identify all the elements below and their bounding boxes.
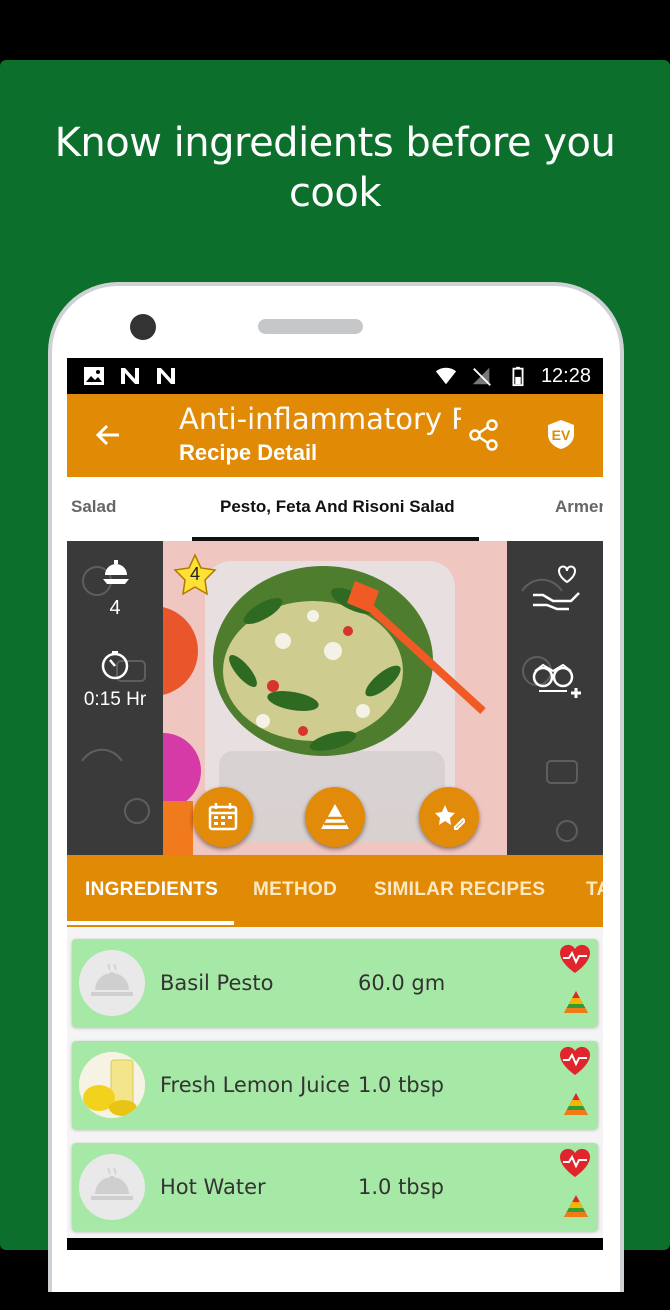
serving-cloche-icon — [103, 560, 129, 584]
tab-similar-recipes[interactable]: SIMILAR RECIPES — [374, 879, 545, 901]
status-bar: 12:28 — [67, 358, 603, 394]
wifi-icon — [435, 367, 457, 385]
section-tabs: INGREDIENTS METHOD SIMILAR RECIPES TA — [67, 855, 603, 927]
n-notification-icon — [121, 368, 139, 384]
ingredients-list: Basil Pesto 60.0 gm Fresh Lemon Juice 1.… — [67, 927, 603, 1250]
calendar-button[interactable] — [193, 787, 253, 847]
n-notification-icon-2 — [157, 368, 175, 384]
lemon-juice-image — [79, 1052, 145, 1118]
ingredient-quantity: 60.0 gm — [358, 971, 446, 995]
tab-more[interactable]: TA — [586, 879, 603, 901]
app-subtitle: Recipe Detail — [179, 440, 318, 465]
screen-bottom-edge — [67, 1238, 603, 1250]
ingredient-card[interactable]: Fresh Lemon Juice 1.0 tbsp — [72, 1041, 598, 1129]
status-time: 12:28 — [540, 365, 591, 387]
app-title: Anti-inflammatory R — [179, 402, 461, 436]
donate-heart-hand-icon[interactable] — [529, 561, 581, 611]
back-arrow-icon[interactable] — [93, 420, 123, 450]
recipe-tabs: Salad Pesto, Feta And Risoni Salad Armen — [67, 477, 603, 541]
ingredient-card[interactable]: Hot Water 1.0 tbsp — [72, 1143, 598, 1231]
phone-speaker — [258, 319, 363, 334]
food-pyramid-icon[interactable] — [563, 1193, 589, 1219]
heart-health-icon[interactable] — [558, 1147, 592, 1179]
calendar-icon — [208, 803, 238, 831]
phone-camera — [130, 314, 156, 340]
recipe-side-actions — [507, 541, 603, 855]
food-pyramid-button[interactable] — [305, 787, 365, 847]
clock-icon — [101, 651, 129, 680]
heart-health-icon[interactable] — [558, 943, 592, 975]
veg-badge-icon[interactable]: EV — [545, 418, 577, 450]
tab-ingredients[interactable]: INGREDIENTS — [85, 879, 218, 901]
ingredient-quantity: 1.0 tbsp — [358, 1175, 444, 1199]
cook-time: 0:15 Hr — [83, 689, 147, 710]
cloche-icon — [79, 1154, 145, 1220]
recipe-tab-salad[interactable]: Salad — [71, 497, 116, 517]
share-icon[interactable] — [467, 418, 501, 452]
recipe-tab-pesto-feta[interactable]: Pesto, Feta And Risoni Salad — [220, 497, 455, 517]
cloche-icon — [79, 950, 145, 1016]
food-pyramid-icon[interactable] — [563, 989, 589, 1015]
ingredient-card[interactable]: Basil Pesto 60.0 gm — [72, 939, 598, 1027]
tab-indicator — [67, 921, 234, 925]
rate-review-button[interactable] — [419, 787, 479, 847]
recipe-tab-armen[interactable]: Armen — [555, 497, 603, 517]
app-screen: 12:28 Anti-inflammatory R Recipe Detail … — [67, 358, 603, 1250]
heart-health-icon[interactable] — [558, 1045, 592, 1077]
rating-star: 4 — [173, 553, 217, 597]
ingredient-name: Basil Pesto — [160, 971, 274, 995]
no-signal-icon — [472, 367, 491, 386]
ingredient-name: Fresh Lemon Juice — [160, 1073, 350, 1097]
recipe-info-column: 4 0:15 Hr — [67, 541, 163, 855]
tab-method[interactable]: METHOD — [253, 879, 337, 901]
rate-review-icon — [435, 805, 465, 830]
food-pyramid-icon — [321, 804, 349, 829]
battery-icon — [512, 366, 524, 387]
add-owl-icon[interactable] — [531, 661, 581, 705]
svg-text:EV: EV — [552, 427, 571, 443]
ingredient-quantity: 1.0 tbsp — [358, 1073, 444, 1097]
image-notification-icon — [84, 367, 104, 385]
ingredient-name: Hot Water — [160, 1175, 266, 1199]
food-pyramid-icon[interactable] — [563, 1091, 589, 1117]
headline: Know ingredients before you cook — [54, 120, 616, 216]
app-bar: Anti-inflammatory R Recipe Detail EV — [67, 394, 603, 477]
servings-value: 4 — [109, 597, 121, 619]
recipe-hero: 4 0:15 Hr 4 — [67, 541, 603, 855]
rating-value: 4 — [189, 564, 200, 584]
